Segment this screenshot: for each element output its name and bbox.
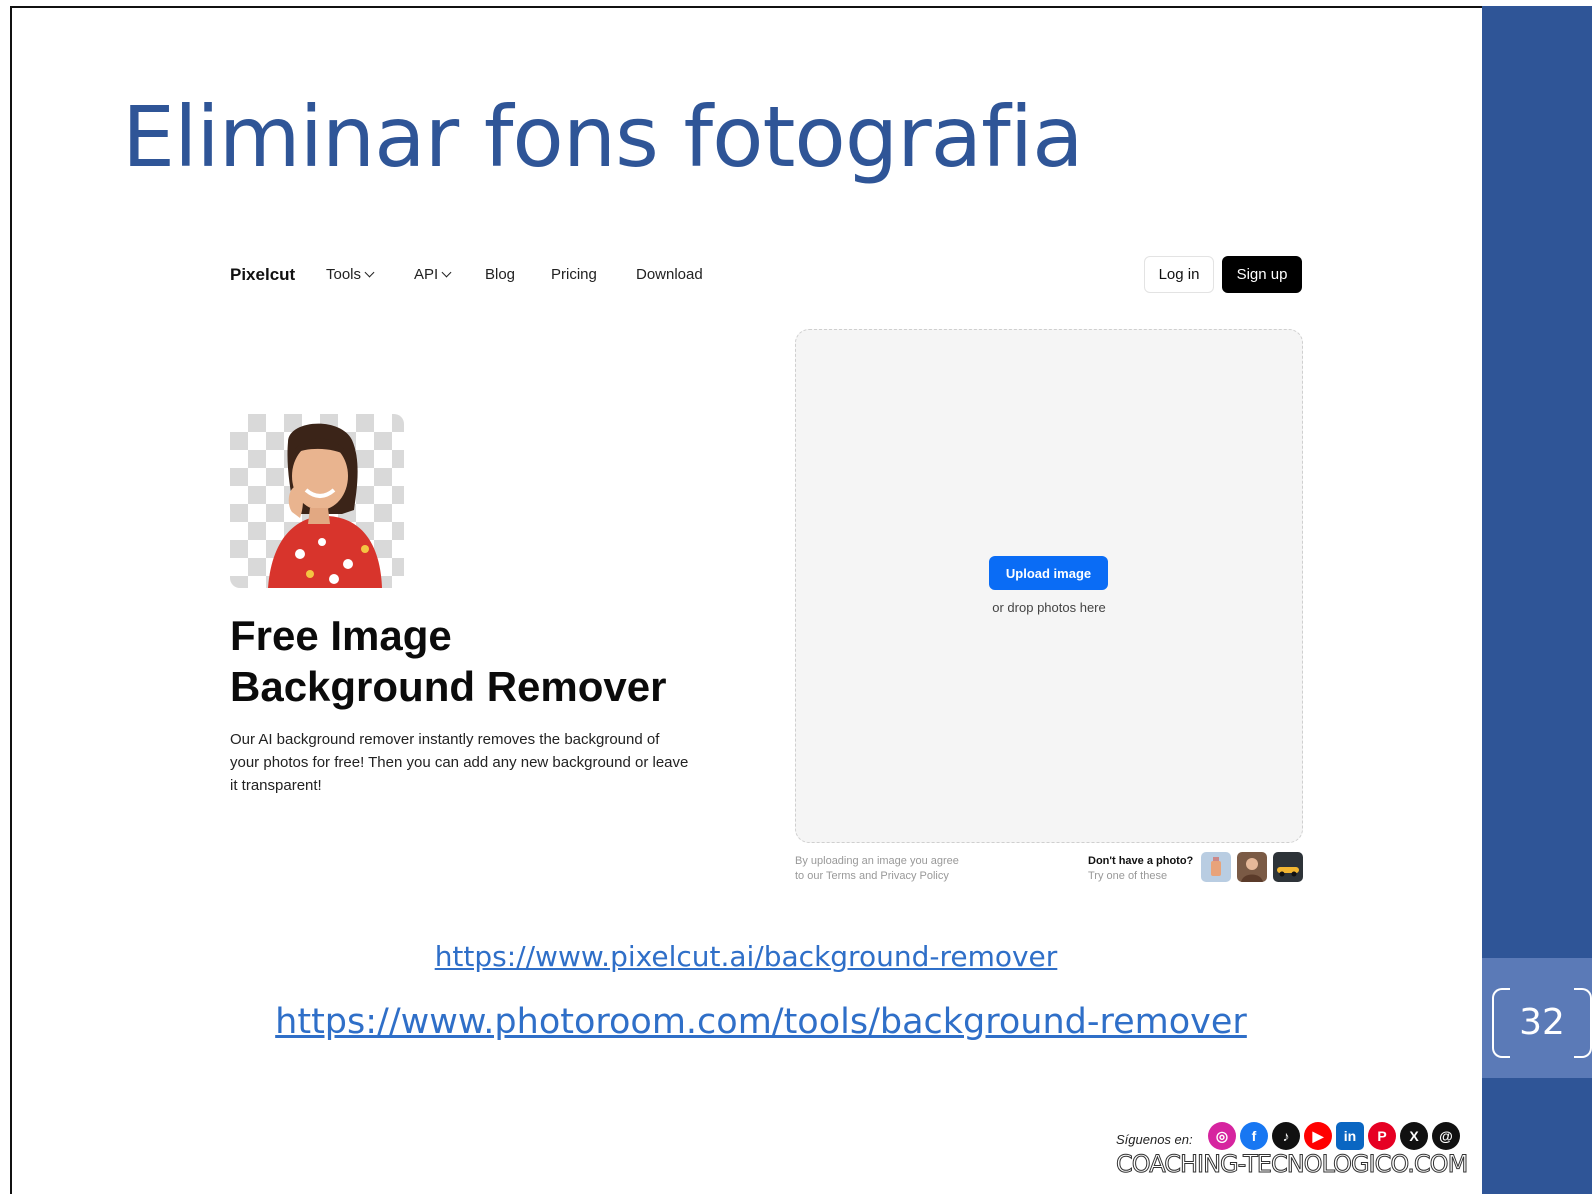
coaching-site-logo: COACHING-TECNOLOGICO.COM (1115, 1150, 1468, 1179)
hero-description: Our AI background remover instantly remo… (230, 731, 689, 794)
linkedin-icon[interactable]: in (1336, 1122, 1364, 1150)
x-icon[interactable]: X (1400, 1122, 1428, 1150)
chevron-down-icon (364, 267, 375, 278)
nav-blog[interactable]: Blog (485, 266, 515, 283)
instagram-icon[interactable]: ◎ (1208, 1122, 1236, 1150)
hero-image (230, 414, 404, 588)
terms-line2[interactable]: to our Terms and Privacy Policy (795, 869, 995, 884)
sample-image-product[interactable] (1201, 852, 1231, 882)
sample-image-car[interactable] (1273, 852, 1303, 882)
photoroom-link[interactable]: https://www.photoroom.com/tools/backgrou… (0, 1002, 1522, 1042)
chevron-down-icon (441, 267, 452, 278)
woman-portrait-illustration (268, 423, 382, 588)
sample-image-person[interactable] (1237, 852, 1267, 882)
sample-question: Don't have a photo? (1088, 855, 1194, 867)
slide-title: Eliminar fons fotografia (122, 88, 1084, 186)
hero-title-line1: Free Image (230, 612, 452, 659)
hero-title: Free Image Background Remover (230, 610, 710, 712)
login-button[interactable]: Log in (1144, 256, 1214, 293)
terms-line1: By uploading an image you agree (795, 855, 959, 867)
nav-api-label: API (414, 266, 439, 283)
youtube-icon[interactable]: ▶ (1304, 1122, 1332, 1150)
nav-download[interactable]: Download (636, 266, 703, 283)
social-icons: ◎ f ♪ ▶ in P X @ (1208, 1122, 1460, 1150)
follow-us-label: Síguenos en: (1116, 1132, 1193, 1147)
sample-prompt: Don't have a photo? Try one of these (1088, 854, 1193, 884)
pinterest-icon[interactable]: P (1368, 1122, 1396, 1150)
page-number-bracket-right (1574, 988, 1592, 1058)
terms-notice: By uploading an image you agree to our T… (795, 854, 995, 884)
tiktok-icon[interactable]: ♪ (1272, 1122, 1300, 1150)
nav-tools-label: Tools (326, 266, 362, 283)
signup-button[interactable]: Sign up (1222, 256, 1302, 293)
upload-image-button[interactable]: Upload image (989, 556, 1108, 590)
facebook-icon[interactable]: f (1240, 1122, 1268, 1150)
sample-hint: Try one of these (1088, 870, 1168, 882)
nav-api[interactable]: API (414, 266, 452, 283)
nav-tools[interactable]: Tools (326, 266, 375, 283)
perfume-bottle-icon (1211, 857, 1221, 876)
threads-icon[interactable]: @ (1432, 1122, 1460, 1150)
pixelcut-logo[interactable]: Pixelcut (230, 265, 295, 285)
car-icon (1277, 867, 1299, 877)
drop-hint: or drop photos here (992, 600, 1106, 615)
person-icon (1241, 858, 1263, 882)
nav-pricing[interactable]: Pricing (551, 266, 597, 283)
hero-title-line2: Background Remover (230, 663, 667, 710)
pixelcut-link[interactable]: https://www.pixelcut.ai/background-remov… (0, 940, 1492, 973)
